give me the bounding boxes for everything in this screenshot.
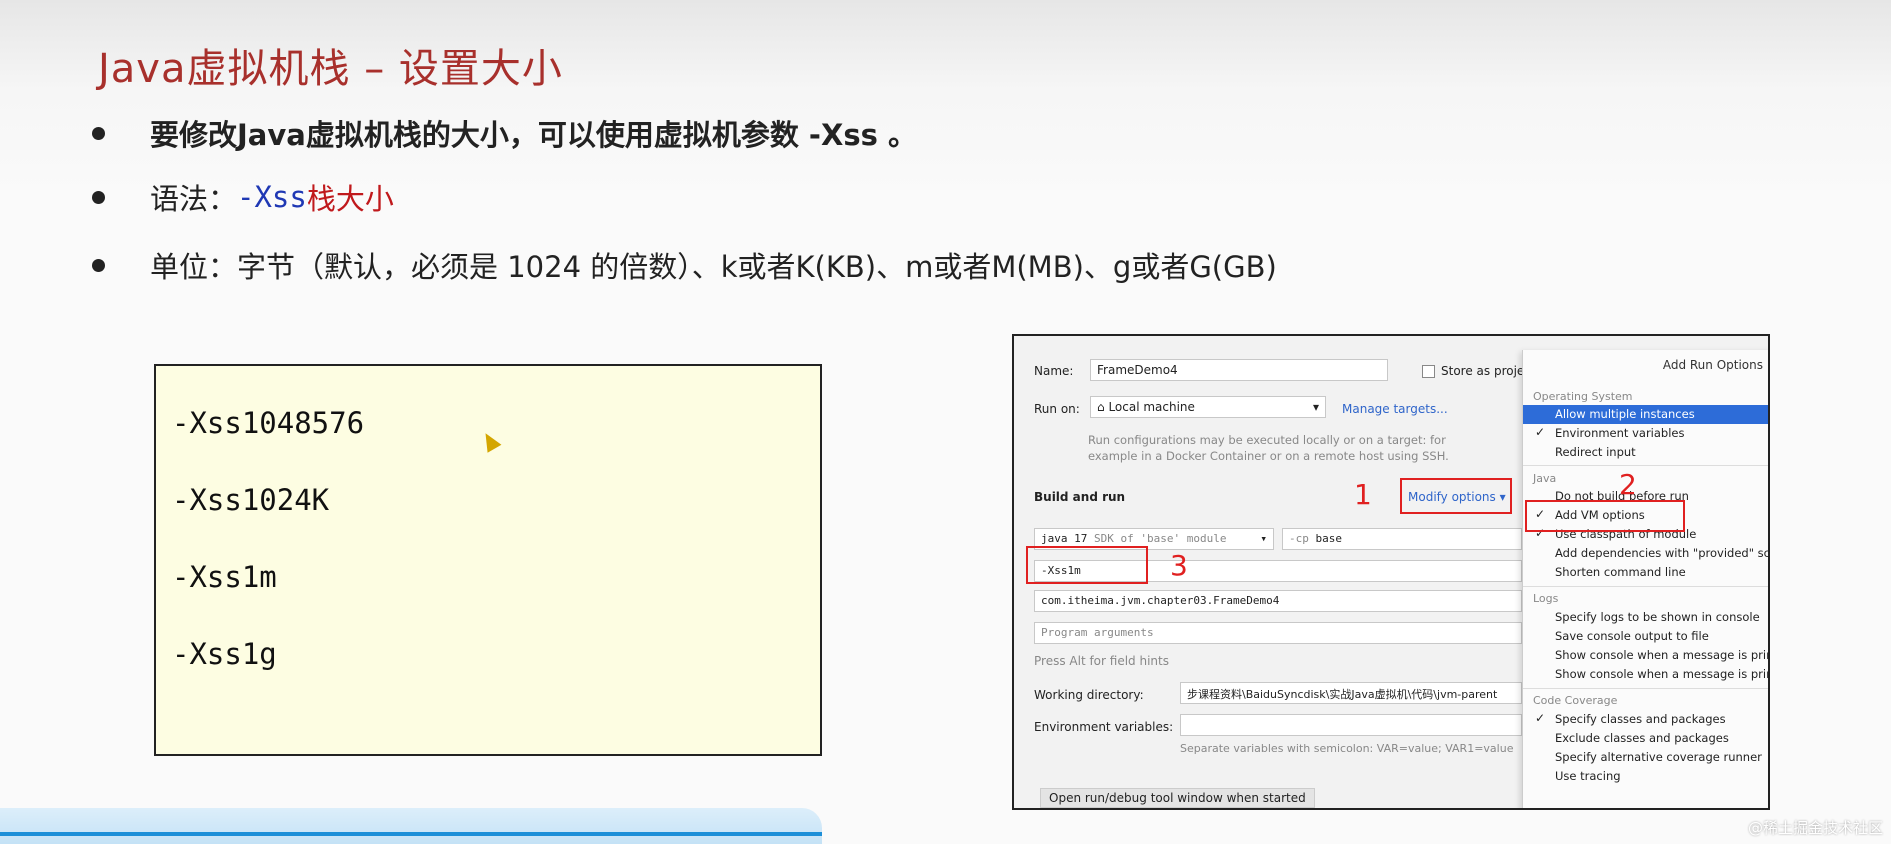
- run-on-select[interactable]: ⌂ Local machine ▾: [1090, 396, 1326, 418]
- run-config-dialog: Name: FrameDemo4 Store as proje Run on: …: [1012, 334, 1770, 810]
- annotation-box-2: [1525, 500, 1685, 532]
- name-input[interactable]: FrameDemo4: [1090, 359, 1388, 381]
- decorative-wave: [0, 808, 822, 844]
- syntax-flag: -Xss: [237, 180, 307, 214]
- bullet-units: 单位：字节（默认，必须是 1024 的倍数）、k或者K(KB)、m或者M(MB)…: [92, 244, 1277, 286]
- annotation-box-3: [1026, 546, 1148, 584]
- menu-separator: [1523, 586, 1768, 587]
- field-hints-text: Press Alt for field hints: [1034, 654, 1169, 668]
- menu-item-alternative-runner[interactable]: Specify alternative coverage runner: [1523, 748, 1768, 767]
- bullet-dot-icon: [92, 126, 105, 140]
- bullet-text: 要修改Java虚拟机栈的大小，可以使用虚拟机参数 -Xss 。: [150, 118, 917, 152]
- store-checkbox[interactable]: Store as proje: [1422, 364, 1524, 378]
- section-code-coverage: Code Coverage: [1533, 694, 1618, 707]
- build-and-run-heading: Build and run: [1034, 490, 1126, 504]
- classpath-select[interactable]: -cp base: [1282, 528, 1522, 550]
- code-line: -Xss1024K: [172, 483, 330, 517]
- menu-item-specify-classes[interactable]: ✓ Specify classes and packages: [1523, 710, 1768, 729]
- open-tool-window-option[interactable]: Open run/debug tool window when started: [1040, 788, 1315, 808]
- env-variables-input[interactable]: [1180, 714, 1522, 736]
- store-label: Store as proje: [1441, 364, 1525, 378]
- working-directory-label: Working directory:: [1034, 688, 1144, 702]
- annotation-number-1: 1: [1354, 478, 1372, 511]
- decorative-bar: [0, 832, 822, 836]
- section-java: Java: [1533, 472, 1557, 485]
- code-line: -Xss1g: [172, 637, 277, 671]
- code-line: -Xss1048576: [172, 406, 365, 440]
- name-label: Name:: [1034, 364, 1074, 378]
- bullet-dot-icon: [92, 190, 105, 204]
- checkmark-icon: ✓: [1535, 425, 1546, 439]
- syntax-label: 语法：: [150, 182, 238, 216]
- menu-item-redirect-input[interactable]: Redirect input: [1523, 443, 1768, 462]
- checkbox-icon: [1422, 365, 1435, 378]
- main-class-input[interactable]: com.itheima.jvm.chapter03.FrameDemo4: [1034, 590, 1522, 612]
- bullet-syntax: 语法： -Xss 栈大小: [92, 176, 394, 218]
- menu-item-allow-multiple[interactable]: Allow multiple instances: [1523, 405, 1768, 424]
- add-run-options-menu: Add Run Options Operating System Allow m…: [1522, 350, 1768, 808]
- run-on-value: Local machine: [1108, 400, 1195, 414]
- chevron-down-icon: ▾: [1312, 400, 1319, 414]
- jdk-hint: SDK of 'base' module: [1093, 532, 1227, 545]
- bullet-text: 单位：字节（默认，必须是 1024 的倍数）、k或者K(KB)、m或者M(MB)…: [150, 250, 1277, 284]
- jdk-value: java 17: [1041, 532, 1088, 545]
- menu-item-show-console-stdout[interactable]: Show console when a message is prin: [1523, 646, 1768, 665]
- annotation-number-2: 2: [1619, 468, 1637, 501]
- menu-item-show-console-stderr[interactable]: Show console when a message is prin: [1523, 665, 1768, 684]
- annotation-number-3: 3: [1170, 549, 1188, 582]
- watermark: @稀土掘金技术社区: [1747, 819, 1883, 837]
- cp-label: -cp: [1289, 532, 1309, 545]
- section-logs: Logs: [1533, 592, 1559, 605]
- program-arguments-input[interactable]: Program arguments: [1034, 622, 1522, 644]
- menu-item-specify-logs[interactable]: Specify logs to be shown in console: [1523, 608, 1768, 627]
- home-icon: ⌂: [1097, 400, 1109, 414]
- code-example-box: -Xss1048576 -Xss1024K -Xss1m -Xss1g: [154, 364, 822, 756]
- menu-item-exclude-classes[interactable]: Exclude classes and packages: [1523, 729, 1768, 748]
- section-operating-system: Operating System: [1533, 390, 1633, 403]
- working-directory-input[interactable]: 步课程资料\BaiduSyncdisk\实战Java虚拟机\代码\jvm-par…: [1180, 682, 1522, 704]
- env-variables-hint: Separate variables with semicolon: VAR=v…: [1180, 742, 1514, 755]
- annotation-box-1: [1400, 478, 1512, 514]
- menu-separator: [1523, 465, 1768, 466]
- syntax-rest: 栈大小: [306, 182, 394, 216]
- menu-item-use-tracing[interactable]: Use tracing: [1523, 767, 1768, 786]
- menu-item-label: Environment variables: [1555, 426, 1685, 440]
- bullet-xss-intro: 要修改Java虚拟机栈的大小，可以使用虚拟机参数 -Xss 。: [92, 112, 917, 154]
- menu-item-shorten-command[interactable]: Shorten command line: [1523, 563, 1768, 582]
- menu-title: Add Run Options: [1662, 358, 1763, 372]
- menu-item-environment-variables[interactable]: ✓ Environment variables: [1523, 424, 1768, 443]
- menu-item-save-console[interactable]: Save console output to file: [1523, 627, 1768, 646]
- menu-separator: [1523, 688, 1768, 689]
- run-hint: Run configurations may be executed local…: [1088, 433, 1449, 463]
- cp-value: base: [1315, 532, 1343, 545]
- run-on-label: Run on:: [1034, 402, 1080, 416]
- checkmark-icon: ✓: [1535, 711, 1546, 725]
- code-line: -Xss1m: [172, 560, 277, 594]
- chevron-down-icon: ▾: [1260, 532, 1267, 545]
- menu-item-add-dependencies[interactable]: Add dependencies with "provided" sc: [1523, 544, 1768, 563]
- manage-targets-link[interactable]: Manage targets...: [1342, 402, 1448, 416]
- slide-title: Java虚拟机栈 – 设置大小: [98, 46, 563, 92]
- bullet-dot-icon: [92, 258, 105, 272]
- env-variables-label: Environment variables:: [1034, 720, 1174, 734]
- menu-item-label: Specify classes and packages: [1555, 712, 1726, 726]
